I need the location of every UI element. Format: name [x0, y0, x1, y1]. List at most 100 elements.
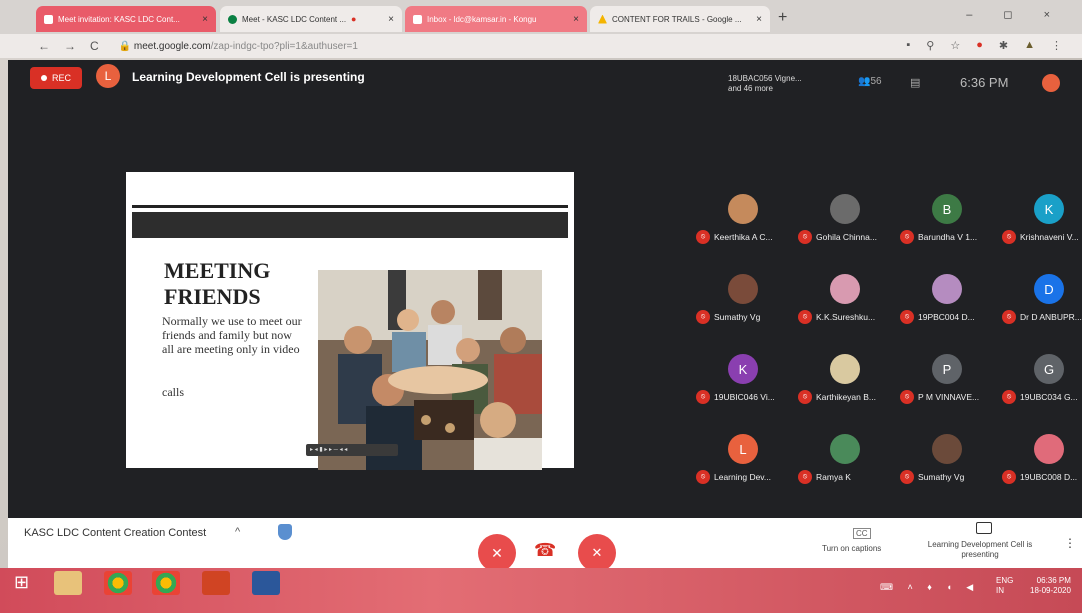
captions-icon[interactable]: CC [853, 528, 871, 539]
leave-call-button[interactable]: ☎ [534, 540, 556, 561]
more-options-icon[interactable]: ⋮ [1064, 536, 1076, 550]
tab-inbox[interactable]: Inbox - ldc@kamsar.in - Kongu × [405, 6, 587, 32]
extension-icon[interactable]: ● [976, 39, 983, 52]
powerpoint-icon[interactable] [202, 571, 230, 595]
tab-close-icon[interactable]: × [388, 14, 394, 25]
tab-close-icon[interactable]: × [573, 14, 579, 25]
new-tab-button[interactable]: + [778, 9, 787, 27]
participant-tile[interactable]: ⦸ Sumathy Vg [900, 430, 996, 490]
friends-photo [318, 270, 542, 470]
mic-muted-icon: ⦸ [696, 310, 710, 324]
back-icon[interactable]: ← [38, 39, 50, 53]
mic-muted-icon: ⦸ [696, 390, 710, 404]
participant-name: Gohila Chinna... [816, 232, 877, 242]
chevron-up-icon[interactable]: ^ [235, 526, 240, 538]
participant-tile[interactable]: ⦸ Karthikeyan B... [798, 350, 894, 410]
toolbar-icons: ▪ ⚲ ☆ ● ✱ ▲ ⋮ [906, 39, 1062, 52]
tab-close-icon[interactable]: × [756, 14, 762, 25]
star-icon[interactable]: ☆ [950, 39, 960, 52]
mic-off-icon: ✕ [491, 544, 503, 561]
reload-icon[interactable]: C [90, 39, 99, 53]
participant-name: Dr D ANBUPR... [1020, 312, 1082, 322]
tab-drive[interactable]: CONTENT FOR TRAILS - Google ... × [590, 6, 770, 32]
pinned-summary[interactable]: 18UBAC056 Vigne... and 46 more [728, 74, 802, 94]
participant-tile[interactable]: G ⦸ 19UBC034 G... [1002, 350, 1082, 410]
forward-icon[interactable]: → [64, 39, 76, 53]
image-toolbar[interactable]: ▸ ◂ ▮ ▸ ▸ ─ ◂ ◂ [306, 444, 398, 456]
participant-tile[interactable]: ⦸ Sumathy Vg [696, 270, 792, 330]
meet-bottom-bar: KASC LDC Content Creation Contest ^ ✕ ☎ … [8, 518, 1082, 572]
shield-icon[interactable] [278, 524, 292, 540]
participant-tile[interactable]: K ⦸ 19UBIC046 Vi... [696, 350, 792, 410]
participant-tile[interactable]: ⦸ 19UBC008 D... [1002, 430, 1082, 490]
tab-meet-active[interactable]: Meet - KASC LDC Content ... ● × [220, 6, 402, 32]
lang-secondary: IN [996, 586, 1004, 595]
language-indicator[interactable]: ENG IN [996, 576, 1013, 596]
people-count[interactable]: 👥56 [858, 76, 882, 87]
participant-name: K.K.Sureshku... [816, 312, 876, 322]
window-controls[interactable]: – ◻ × [966, 8, 1064, 21]
taskbar-clock[interactable]: 06:36 PM 18-09-2020 [1030, 576, 1071, 596]
mic-muted-icon: ⦸ [696, 230, 710, 244]
avatar: K [1034, 194, 1064, 224]
participant-tile[interactable]: B ⦸ Barundha V 1... [900, 190, 996, 250]
file-explorer-icon[interactable] [54, 571, 82, 595]
camera-off-icon: ✕ [591, 545, 603, 560]
present-screen-icon[interactable] [976, 522, 992, 534]
participant-name: 19UBIC046 Vi... [714, 392, 775, 402]
avatar [830, 274, 860, 304]
microphone-button[interactable]: ✕ [478, 534, 516, 572]
participant-name: 19UBC008 D... [1020, 472, 1078, 482]
lang-primary: ENG [996, 576, 1014, 585]
windows-taskbar: ⊞ ⌨ ˄ ♦ ◖ ◀ ENG IN 06:36 PM 18-09-2020 [0, 568, 1082, 613]
recording-dot-icon: ● [351, 14, 357, 24]
camera-button[interactable]: ✕ [578, 534, 616, 572]
start-button[interactable]: ⊞ [14, 572, 29, 593]
meeting-title[interactable]: KASC LDC Content Creation Contest [24, 527, 206, 539]
mic-muted-icon: ⦸ [798, 470, 812, 484]
clock-date: 18-09-2020 [1030, 586, 1071, 595]
profile-icon[interactable]: ▲ [1024, 39, 1035, 52]
participant-tile[interactable]: P ⦸ P M VINNAVE... [900, 350, 996, 410]
participant-name: Ramya K [816, 472, 851, 482]
url-field[interactable]: 🔒 meet.google.com/zap-indgc-tpo?pli=1&au… [119, 41, 358, 52]
avatar: P [932, 354, 962, 384]
participant-name: P M VINNAVE... [918, 392, 980, 402]
system-tray[interactable]: ⌨ ˄ ♦ ◖ ◀ [880, 582, 979, 593]
presenting-status-label[interactable]: Learning Development Cell is presenting [920, 540, 1040, 560]
participant-tile[interactable]: ⦸ Ramya K [798, 430, 894, 490]
participant-tile[interactable]: ⦸ 19PBC004 D... [900, 270, 996, 330]
mic-muted-icon: ⦸ [900, 310, 914, 324]
self-avatar [1042, 74, 1060, 92]
puzzle-icon[interactable]: ✱ [999, 39, 1008, 52]
captions-button-label[interactable]: Turn on captions [822, 544, 881, 553]
address-bar: ← → C 🔒 meet.google.com/zap-indgc-tpo?pl… [0, 34, 1082, 58]
pinned-line1: 18UBAC056 Vigne... [728, 74, 802, 83]
presenting-banner: Learning Development Cell is presenting [132, 70, 365, 84]
tab-close-icon[interactable]: × [202, 14, 208, 25]
tab-meet-invitation[interactable]: Meet invitation: KASC LDC Cont... × [36, 6, 216, 32]
menu-icon[interactable]: ⋮ [1051, 39, 1062, 52]
meet-icon [228, 14, 237, 24]
word-icon[interactable] [252, 571, 280, 595]
tab-label: Inbox - ldc@kamsar.in - Kongu [427, 14, 537, 24]
chrome-icon[interactable] [104, 571, 132, 595]
participant-tile[interactable]: D ⦸ Dr D ANBUPR... [1002, 270, 1082, 330]
participant-tile[interactable]: L ⦸ Learning Dev... [696, 430, 792, 490]
participant-tile[interactable]: K ⦸ Krishnaveni V... [1002, 190, 1082, 250]
search-icon[interactable]: ⚲ [926, 39, 934, 52]
avatar: G [1034, 354, 1064, 384]
participant-name: Sumathy Vg [714, 312, 761, 322]
chrome-icon[interactable] [152, 571, 180, 595]
avatar [830, 354, 860, 384]
participant-tile[interactable]: ⦸ Gohila Chinna... [798, 190, 894, 250]
camera-blocked-icon[interactable]: ▪ [906, 39, 910, 52]
avatar [932, 274, 962, 304]
people-count-value: 56 [870, 76, 882, 87]
participant-tile[interactable]: ⦸ K.K.Sureshku... [798, 270, 894, 330]
tab-label: Meet invitation: KASC LDC Cont... [58, 14, 180, 24]
avatar: L [728, 434, 758, 464]
chat-icon[interactable]: ▤ [910, 76, 920, 89]
pinned-line2: and 46 more [728, 84, 773, 93]
participant-tile[interactable]: ⦸ Keerthika A C... [696, 190, 792, 250]
